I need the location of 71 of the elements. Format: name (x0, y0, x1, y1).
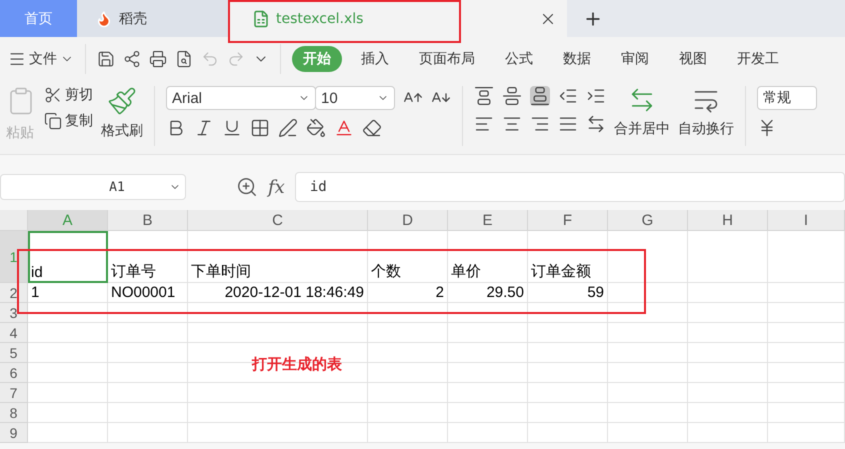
ribbon-tab[interactable]: 页面布局 (408, 46, 486, 72)
font-field[interactable]: Arial (166, 86, 316, 110)
preview-icon[interactable] (175, 50, 193, 68)
column-header[interactable]: C (188, 210, 368, 231)
ribbon-tab[interactable]: 审阅 (610, 46, 660, 72)
file-menu[interactable]: 文件 (8, 50, 74, 68)
fill-color-icon[interactable] (306, 118, 326, 138)
underline-icon[interactable] (222, 118, 242, 138)
column-header[interactable]: F (528, 210, 608, 231)
column-header[interactable]: G (608, 210, 688, 231)
row-header[interactable]: 8 (0, 403, 28, 423)
flame-icon (95, 10, 113, 28)
spreadsheet-icon (252, 10, 270, 28)
table-cell: 个数 (368, 231, 448, 283)
table-cell: 59 (528, 283, 608, 303)
column-header[interactable]: B (108, 210, 188, 231)
font-color-icon[interactable] (334, 118, 354, 138)
column-header[interactable]: D (368, 210, 448, 231)
function-button[interactable]: fx (268, 176, 285, 198)
borders-icon[interactable] (250, 118, 270, 138)
scissors-icon (44, 86, 62, 104)
table-cell: 2 (368, 283, 448, 303)
table-cell: 2020-12-01 18:46:49 (188, 283, 368, 303)
cell-reference: A1 (109, 180, 125, 194)
align-top-icon[interactable] (474, 86, 494, 106)
table-cell: 1 (28, 283, 108, 303)
table-cell: 下单时间 (188, 231, 368, 283)
row-header[interactable]: 5 (0, 343, 28, 363)
ribbon-tab[interactable]: 公式 (494, 46, 544, 72)
row-header[interactable]: 9 (0, 423, 28, 443)
row-header[interactable]: 6 (0, 363, 28, 383)
annotation-text: 打开生成的表 (252, 355, 342, 374)
formula-field[interactable]: id (294, 172, 845, 202)
table-cell: NO00001 (108, 283, 188, 303)
row-header[interactable]: 3 (0, 303, 28, 323)
merge-button[interactable]: 合并居中 (614, 86, 670, 138)
wrap-text-button[interactable]: 自动换行 (678, 86, 734, 138)
document-tab[interactable]: testexcel.xls (228, 0, 567, 37)
ribbon-tab[interactable]: 开发工 (726, 46, 790, 72)
ribbon-tab[interactable]: 视图 (668, 46, 718, 72)
number-format-field[interactable]: 常规 (757, 86, 817, 110)
ribbon-tab[interactable]: 插入 (350, 46, 400, 72)
share-icon[interactable] (123, 50, 141, 68)
pen-icon[interactable] (278, 118, 298, 138)
align-middle-icon[interactable] (502, 86, 522, 106)
name-box[interactable]: A1 (0, 174, 186, 200)
column-header[interactable]: H (688, 210, 768, 231)
table-cell: 订单号 (108, 231, 188, 283)
format-painter-button[interactable]: 格式刷 (101, 86, 143, 140)
document-tab[interactable]: 稻壳 (77, 0, 228, 37)
copy-icon (44, 112, 62, 130)
ribbon-tab[interactable]: 数据 (552, 46, 602, 72)
table-cell: 订单金额 (528, 231, 608, 283)
align-bottom-icon[interactable] (530, 86, 550, 106)
font-size-field[interactable]: 10 (315, 86, 395, 110)
zoom-icon[interactable] (236, 176, 258, 198)
column-header[interactable]: E (448, 210, 528, 231)
table-cell: 29.50 (448, 283, 528, 303)
distribute-icon[interactable] (586, 114, 606, 134)
row-header[interactable]: 2 (0, 283, 28, 303)
copy-button[interactable]: 复制 (44, 112, 93, 130)
paintbrush-icon (107, 86, 137, 116)
column-header[interactable]: I (768, 210, 845, 231)
row-header[interactable]: 4 (0, 323, 28, 343)
row-header[interactable]: 7 (0, 383, 28, 403)
table-cell: id (28, 231, 108, 283)
eraser-icon[interactable] (362, 118, 382, 138)
cut-button[interactable]: 剪切 (44, 86, 93, 104)
print-icon[interactable] (149, 50, 167, 68)
save-icon[interactable] (97, 50, 115, 68)
table-cell: 单价 (448, 231, 528, 283)
